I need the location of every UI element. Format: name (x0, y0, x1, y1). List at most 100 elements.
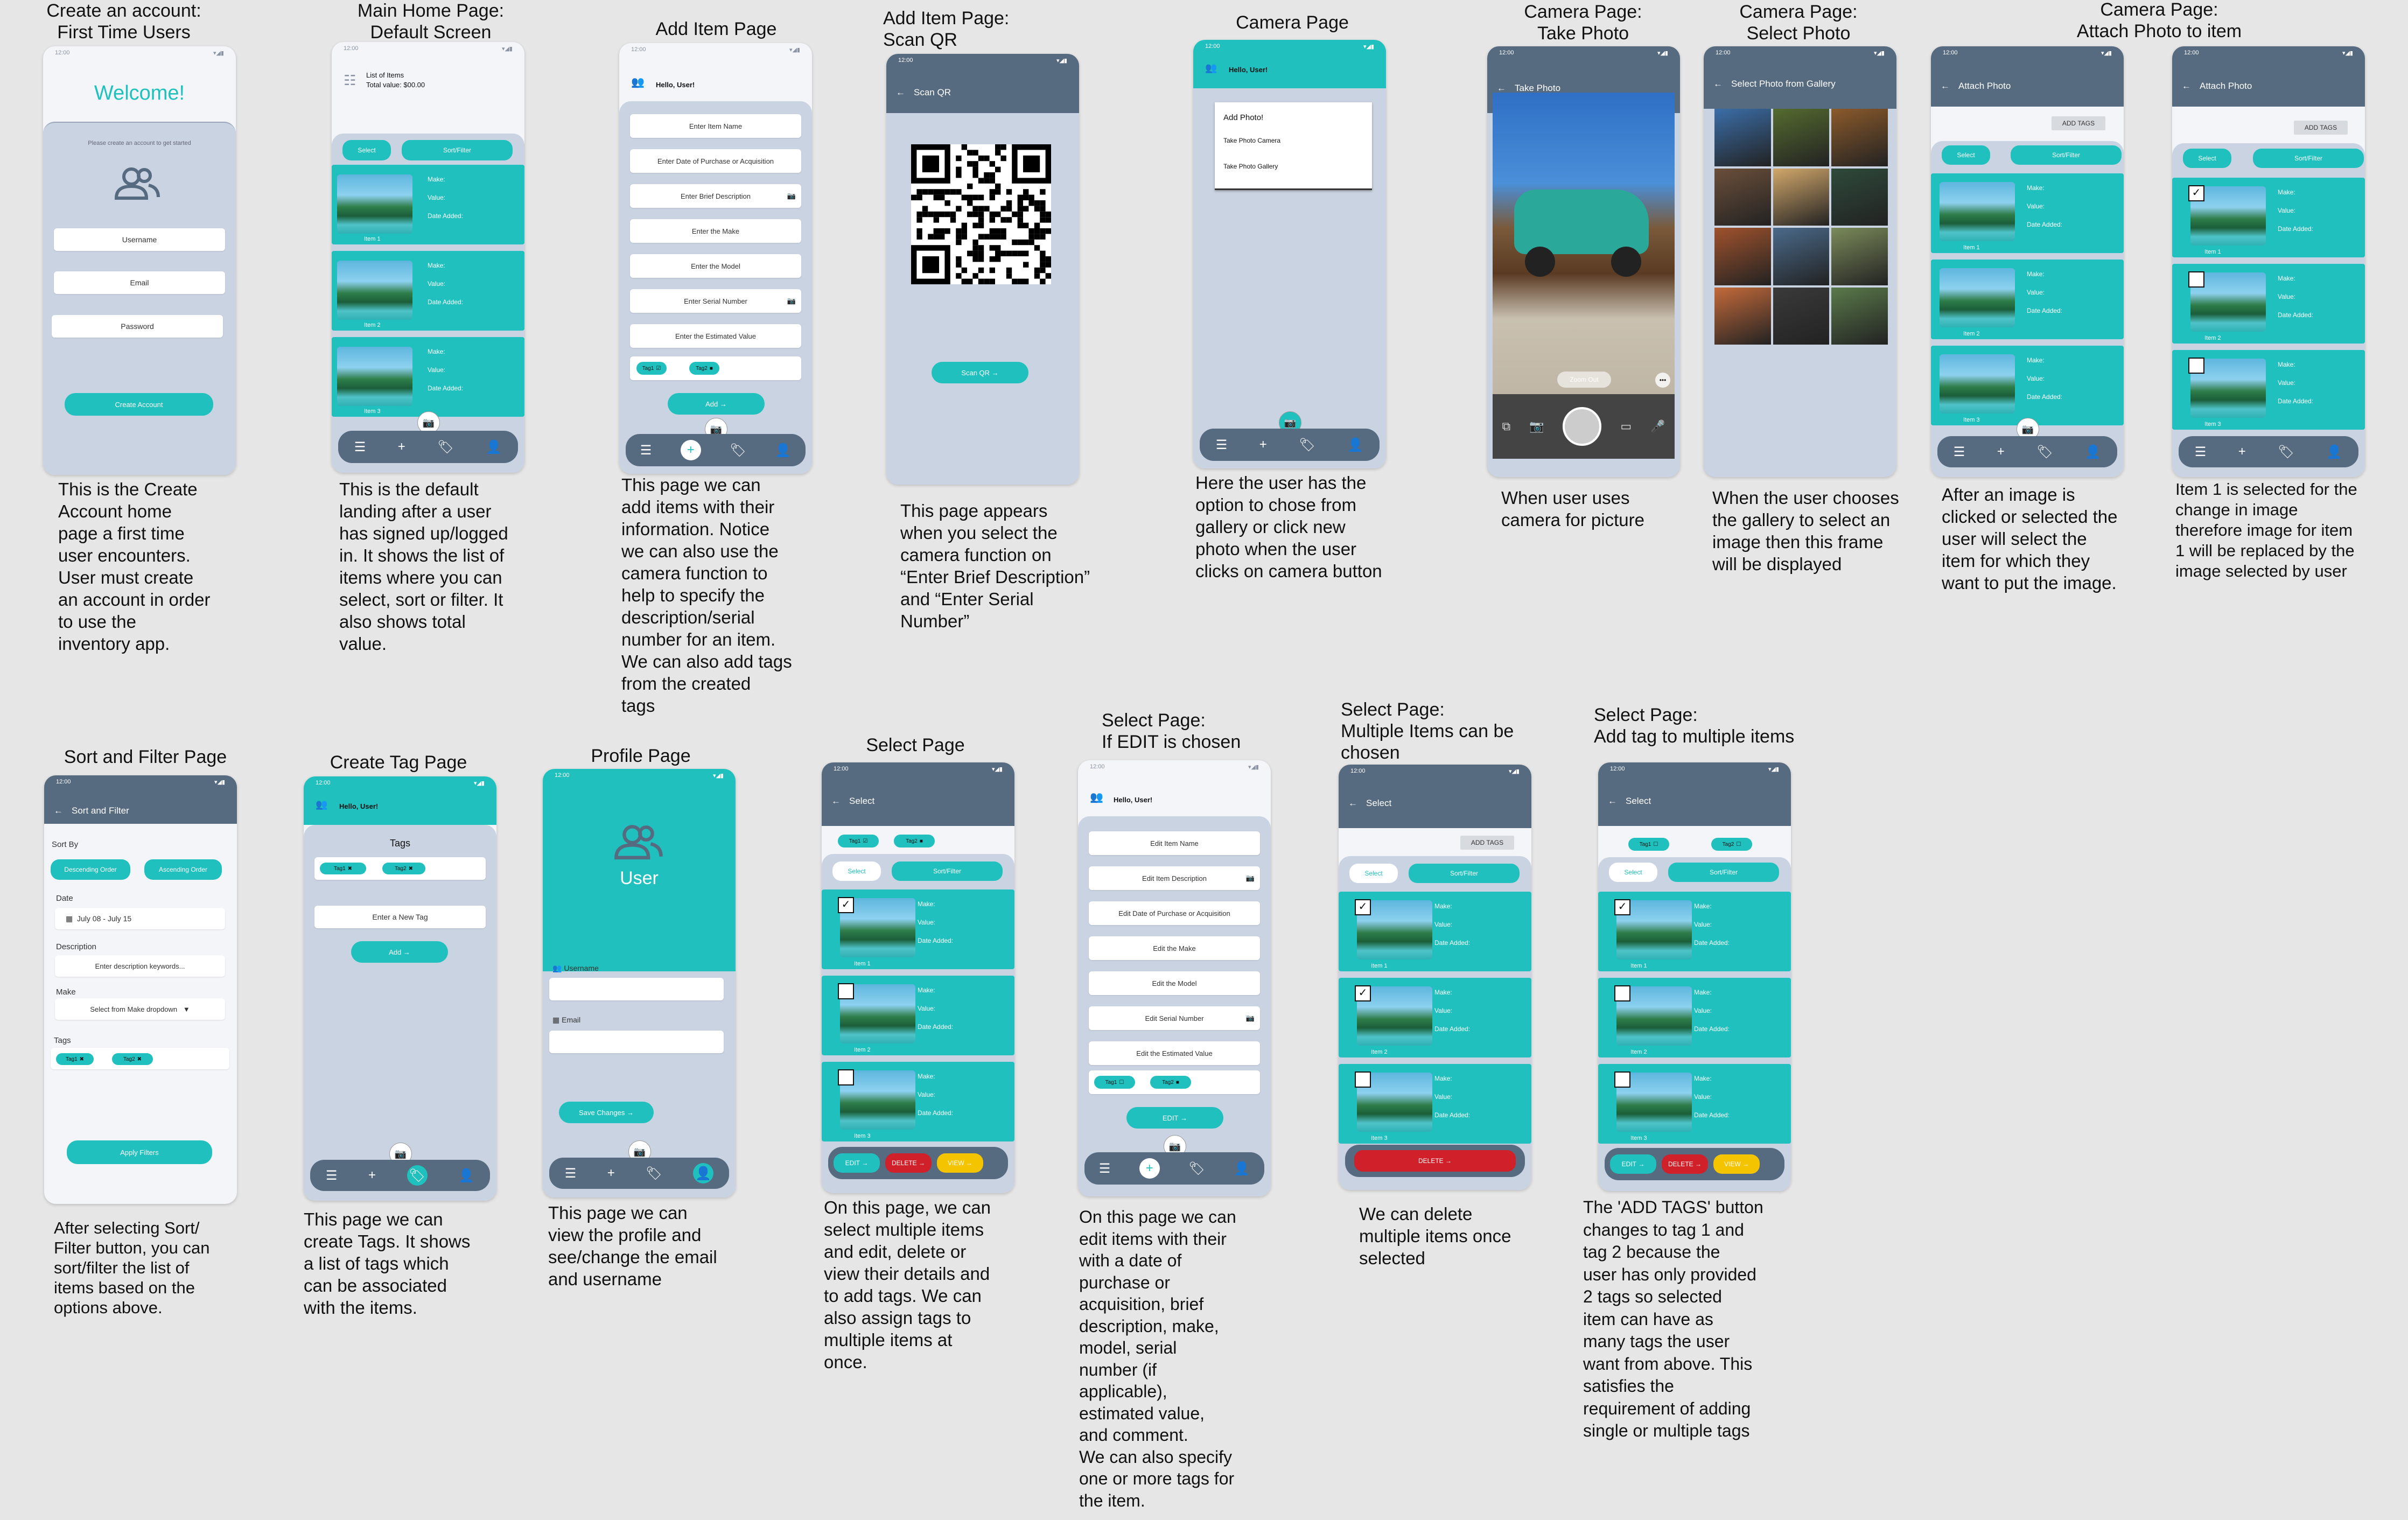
add-tags-button[interactable]: ADD TAGS (1460, 836, 1514, 850)
zoom-out-button[interactable]: Zoom Out (1557, 372, 1611, 388)
new-tag-input[interactable]: Enter a New Tag (314, 906, 486, 928)
list-nav-icon[interactable]: ☰ (1954, 444, 1965, 460)
save-changes-button[interactable]: Save Changes → (559, 1102, 654, 1123)
add-nav-icon[interactable]: + (1139, 1158, 1160, 1179)
tag-nav-icon[interactable]: 🏷 (407, 1165, 428, 1186)
gallery-photo[interactable] (1831, 109, 1888, 166)
checkbox[interactable] (1355, 1071, 1371, 1088)
item-card[interactable]: Make: Value: Date Added: Item 3 (332, 337, 524, 417)
profile-nav-icon[interactable]: 👤 (775, 443, 791, 458)
checkbox[interactable] (2188, 271, 2204, 288)
select-button[interactable]: Select (1609, 863, 1657, 882)
checkbox-checked[interactable]: ✓ (1614, 899, 1630, 915)
item-card[interactable]: Make: Value: Date Added: Item 2 (2172, 264, 2365, 344)
profile-nav-icon[interactable]: 👤 (2085, 444, 2101, 460)
list-nav-icon[interactable]: ☰ (354, 439, 366, 455)
tag-nav-icon[interactable]: 🏷 (2278, 444, 2294, 460)
back-icon[interactable]: ← (1348, 798, 1357, 809)
tag-nav-icon[interactable]: 🏷 (730, 443, 746, 458)
more-icon[interactable]: ••• (1655, 373, 1670, 388)
tag-nav-icon[interactable]: 🏷 (646, 1166, 662, 1181)
add-nav-icon[interactable]: + (398, 439, 405, 454)
form-field[interactable]: Edit Item Description 📷 (1089, 866, 1260, 890)
make-dropdown[interactable]: Select from Make dropdown ▼ (55, 998, 225, 1020)
add-nav-icon[interactable]: + (1259, 437, 1267, 452)
checkbox-checked[interactable]: ✓ (838, 897, 854, 913)
checkbox[interactable] (2188, 358, 2204, 374)
select-button[interactable]: Select (342, 140, 391, 160)
back-icon[interactable]: ← (896, 87, 905, 98)
item-card[interactable]: ✓ Make: Value: Date Added: Item 1 (1339, 892, 1531, 971)
add-nav-icon[interactable]: + (1997, 444, 2005, 459)
tag-chip[interactable]: Tag2 ■ (894, 835, 935, 847)
checkbox-checked[interactable]: ✓ (1355, 985, 1371, 1001)
scan-qr-button[interactable]: Scan QR → (932, 362, 1028, 383)
checkbox-checked[interactable]: ✓ (1355, 899, 1371, 915)
item-card[interactable]: Make: Value: Date Added: Item 2 (1598, 978, 1791, 1057)
gallery-photo[interactable] (1714, 168, 1771, 226)
descending-order-button[interactable]: Descending Order (51, 859, 130, 880)
tag-chip[interactable]: Tag2 ☐ (1711, 838, 1752, 851)
select-button[interactable]: Select (1349, 864, 1398, 883)
view-button[interactable]: VIEW → (937, 1153, 983, 1173)
delete-button[interactable]: DELETE → (1662, 1154, 1708, 1174)
form-field[interactable]: Edit the Make (1089, 936, 1260, 960)
form-field[interactable]: Edit the Estimated Value (1089, 1041, 1260, 1065)
tag-chip[interactable]: Tag1 ☐ (1094, 1076, 1135, 1089)
list-nav-icon[interactable]: ☰ (326, 1168, 338, 1183)
back-icon[interactable]: ← (54, 805, 63, 816)
shutter-button[interactable] (1563, 407, 1602, 446)
tag-chip[interactable]: Tag1 ☑ (838, 835, 879, 847)
date-range-field[interactable]: ▦ July 08 - July 15 (55, 908, 225, 929)
camera-icon[interactable]: 📷 (1246, 1014, 1255, 1022)
description-input[interactable]: Enter description keywords... (55, 955, 225, 977)
list-nav-icon[interactable]: ☰ (1099, 1161, 1111, 1176)
list-nav-icon[interactable]: ☰ (565, 1166, 577, 1181)
checkbox-checked[interactable]: ✓ (2188, 185, 2204, 201)
tag-chip[interactable]: Tag1 ☐ (1628, 838, 1669, 851)
add-nav-icon[interactable]: + (2238, 444, 2246, 459)
item-card[interactable]: Make: Value: Date Added: Item 3 (1339, 1064, 1531, 1144)
gallery-photo[interactable] (1773, 109, 1830, 166)
sort-filter-button[interactable]: Sort/Filter (402, 140, 513, 160)
select-button[interactable]: Select (2183, 149, 2231, 168)
gallery-photo[interactable] (1831, 168, 1888, 226)
tag-chip[interactable]: Tag2 ■ (689, 362, 719, 375)
list-nav-icon[interactable]: ☰ (1216, 437, 1228, 453)
list-nav-icon[interactable]: ☰ (2195, 444, 2207, 460)
item-card[interactable]: Make: Value: Date Added: Item 2 (332, 251, 524, 331)
item-card[interactable]: Make: Value: Date Added: Item 2 (822, 976, 1014, 1055)
item-card[interactable]: ✓ Make: Value: Date Added: Item 2 (1339, 978, 1531, 1057)
item-card[interactable]: Make: Value: Date Added: Item 3 (822, 1062, 1014, 1141)
form-field[interactable]: Edit Date of Purchase or Acquisition (1089, 901, 1260, 925)
back-icon[interactable]: ← (1608, 796, 1617, 807)
tag-chip[interactable]: Tag2 ✖ (382, 863, 425, 874)
sort-filter-button[interactable]: Sort/Filter (2253, 149, 2364, 168)
edit-button[interactable]: EDIT → (1610, 1154, 1656, 1174)
tag-nav-icon[interactable]: 🏷 (2036, 444, 2053, 460)
item-card[interactable]: ✓ Make: Value: Date Added: Item 1 (1598, 892, 1791, 971)
gallery-photo[interactable] (1714, 228, 1771, 285)
add-nav-icon[interactable]: + (368, 1168, 376, 1183)
item-card[interactable]: Make: Value: Date Added: Item 3 (2172, 350, 2365, 430)
back-icon[interactable]: ← (1713, 79, 1723, 89)
add-tags-button[interactable]: ADD TAGS (2294, 121, 2348, 135)
sort-filter-button[interactable]: Sort/Filter (1668, 863, 1779, 882)
gallery-photo[interactable] (1714, 287, 1771, 345)
tag-nav-icon[interactable]: 🏷 (1299, 437, 1315, 453)
form-field[interactable]: Enter Date of Purchase or Acquisition (630, 149, 801, 173)
back-icon[interactable]: ← (1941, 81, 1950, 92)
tag-nav-icon[interactable]: 🏷 (1188, 1161, 1205, 1176)
form-field[interactable]: Enter the Make (630, 219, 801, 243)
sort-filter-button[interactable]: Sort/Filter (892, 861, 1003, 881)
profile-nav-icon[interactable]: 👤 (1234, 1161, 1250, 1176)
checkbox[interactable] (1614, 1071, 1630, 1088)
list-nav-icon[interactable]: ☰ (640, 443, 652, 458)
edit-button[interactable]: EDIT → (834, 1153, 880, 1173)
item-card[interactable]: ✓ Make: Value: Date Added: Item 1 (2172, 178, 2365, 257)
camera-icon[interactable]: 📷 (787, 192, 796, 200)
username-field[interactable] (549, 978, 724, 1000)
back-icon[interactable]: ← (2182, 81, 2191, 92)
sort-filter-button[interactable]: Sort/Filter (1409, 864, 1520, 883)
profile-nav-icon[interactable]: 👤 (2326, 444, 2342, 460)
